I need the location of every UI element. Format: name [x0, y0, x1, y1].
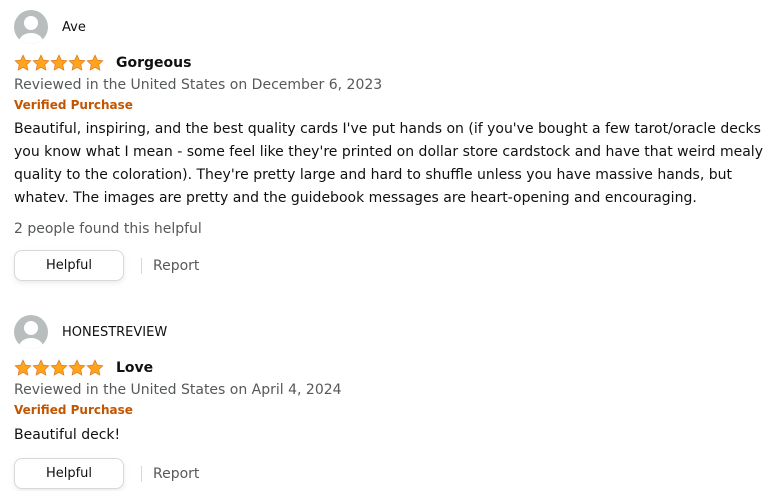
star-icon: [14, 54, 32, 71]
star-icon: [50, 359, 68, 376]
star-icon: [68, 54, 86, 71]
divider: [141, 257, 142, 274]
reviewer-profile[interactable]: Ave: [14, 10, 774, 44]
review: HONESTREVIEW Love Reviewed in the United…: [14, 315, 774, 489]
review-body: Beautiful deck!: [14, 427, 121, 443]
star-rating[interactable]: [14, 359, 104, 377]
verified-purchase-badge[interactable]: Verified Purchase: [14, 96, 774, 114]
reviewer-name[interactable]: HONESTREVIEW: [62, 325, 167, 340]
review-date: Reviewed in the United States on April 4…: [14, 382, 342, 398]
star-icon: [14, 359, 32, 376]
star-icon: [50, 54, 68, 71]
helpful-button[interactable]: Helpful: [14, 458, 124, 489]
report-link[interactable]: Report: [153, 466, 199, 482]
review-title[interactable]: Love: [116, 360, 153, 376]
review-title[interactable]: Gorgeous: [116, 55, 191, 71]
star-icon: [86, 359, 104, 376]
verified-purchase-badge[interactable]: Verified Purchase: [14, 401, 774, 419]
reviewer-profile[interactable]: HONESTREVIEW: [14, 315, 774, 349]
star-icon: [32, 54, 50, 71]
star-icon: [86, 54, 104, 71]
user-avatar-icon: [14, 315, 48, 349]
user-avatar-icon: [14, 10, 48, 44]
star-rating[interactable]: [14, 54, 104, 72]
star-icon: [32, 359, 50, 376]
reviewer-name[interactable]: Ave: [62, 20, 86, 35]
review: Ave Gorgeous Reviewed in the United Stat…: [14, 10, 774, 281]
report-link[interactable]: Report: [153, 258, 199, 274]
divider: [141, 465, 142, 482]
star-icon: [68, 359, 86, 376]
helpful-button[interactable]: Helpful: [14, 250, 124, 281]
review-body: Beautiful, inspiring, and the best quali…: [14, 121, 763, 206]
review-date: Reviewed in the United States on Decembe…: [14, 77, 383, 93]
helpful-count: 2 people found this helpful: [14, 221, 202, 237]
